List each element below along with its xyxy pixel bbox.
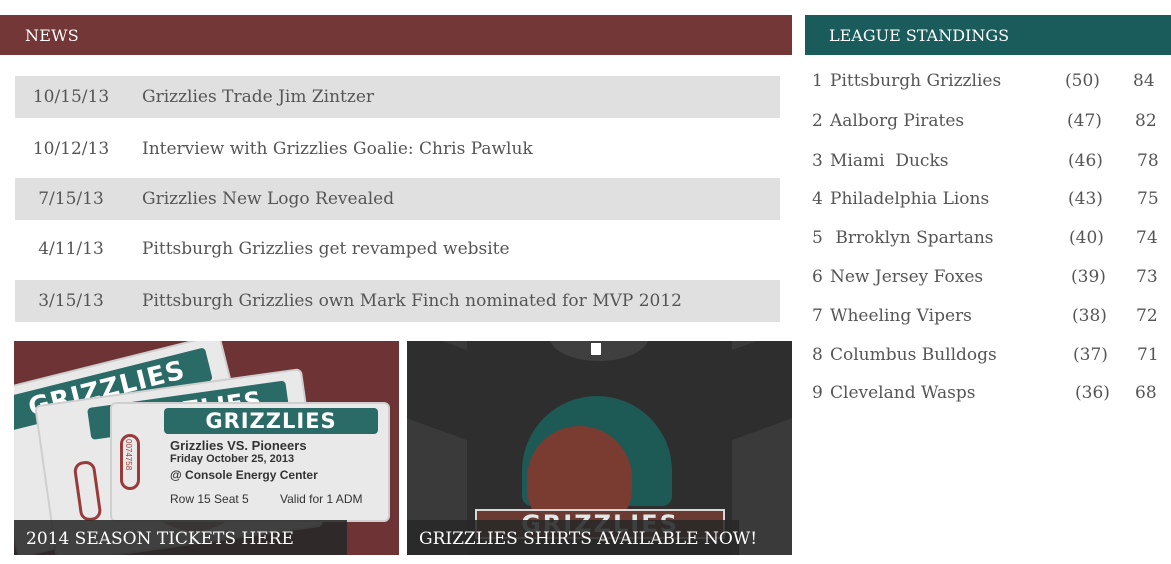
ticket-seat: Row 15 Seat 5	[170, 492, 249, 506]
news-item[interactable]: 4/11/13 Pittsburgh Grizzlies get revampe…	[15, 228, 780, 270]
standings-row: 2 Aalborg Pirates (47) 82	[805, 111, 1171, 141]
news-item[interactable]: 7/15/13 Grizzlies New Logo Revealed	[15, 178, 780, 220]
standing-record: (50)	[1065, 71, 1100, 91]
standing-rank: 2	[812, 111, 823, 131]
standing-record: (46)	[1068, 151, 1103, 171]
standing-team: Cleveland Wasps	[830, 383, 976, 403]
standing-team: Miami Ducks	[830, 151, 949, 171]
standing-record: (43)	[1068, 189, 1103, 209]
news-date: 4/11/13	[38, 239, 104, 259]
standing-points: 71	[1137, 345, 1159, 365]
news-item[interactable]: 3/15/13 Pittsburgh Grizzlies own Mark Fi…	[15, 280, 780, 322]
ticket-game-date: Friday October 25, 2013	[170, 453, 295, 465]
standing-team: Pittsburgh Grizzlies	[830, 71, 1002, 91]
standing-team: New Jersey Foxes	[830, 267, 984, 287]
standings-row: 7 Wheeling Vipers (38) 72	[805, 306, 1171, 336]
standing-rank: 5	[812, 228, 823, 248]
season-tickets-link[interactable]: 2014 SEASON TICKETS HERE	[26, 529, 294, 549]
standing-record: (39)	[1071, 267, 1106, 287]
standing-rank: 8	[812, 345, 823, 365]
standings-heading: LEAGUE STANDINGS	[829, 26, 1010, 45]
tshirt-sleeve-left	[407, 341, 497, 452]
standing-team: Columbus Bulldogs	[830, 345, 997, 365]
ticket-serial: 0074758	[124, 439, 133, 471]
news-title-link[interactable]: Pittsburgh Grizzlies get revamped websit…	[142, 239, 510, 259]
ticket-graphic-front: GRIZZLIES 0074758 Grizzlies VS. Pioneers…	[110, 402, 390, 522]
standing-rank: 6	[812, 267, 823, 287]
shirts-link[interactable]: GRIZZLIES SHIRTS AVAILABLE NOW!	[419, 529, 757, 549]
news-item[interactable]: 10/12/13 Interview with Grizzlies Goalie…	[15, 128, 780, 170]
standing-record: (47)	[1067, 111, 1102, 131]
news-item[interactable]: 10/15/13 Grizzlies Trade Jim Zintzer	[15, 76, 780, 118]
standings-row: 6 New Jersey Foxes (39) 73	[805, 267, 1171, 297]
standing-team: Philadelphia Lions	[830, 189, 990, 209]
tshirt-tag	[591, 343, 601, 355]
standing-points: 75	[1137, 189, 1159, 209]
standing-team: Aalborg Pirates	[830, 111, 965, 131]
news-header: NEWS	[0, 15, 792, 55]
standing-record: (38)	[1072, 306, 1107, 326]
standing-rank: 4	[812, 189, 823, 209]
standing-points: 68	[1135, 383, 1157, 403]
standing-rank: 7	[812, 306, 823, 326]
news-date: 10/12/13	[32, 139, 110, 159]
standing-rank: 3	[812, 151, 823, 171]
news-date: 7/15/13	[38, 189, 104, 209]
standing-points: 84	[1133, 71, 1155, 91]
standing-points: 78	[1137, 151, 1159, 171]
standing-rank: 1	[812, 71, 823, 91]
season-tickets-promo[interactable]: GRIZZLIES GRIZZLIES GRIZZLIES 0074758 Gr…	[14, 341, 399, 555]
news-title-link[interactable]: Pittsburgh Grizzlies own Mark Finch nomi…	[142, 291, 682, 311]
standing-points: 82	[1135, 111, 1157, 131]
news-title-link[interactable]: Grizzlies New Logo Revealed	[142, 189, 394, 209]
news-date: 10/15/13	[32, 87, 110, 107]
shirts-promo[interactable]: GRIZZLIES GRIZZLIES SHIRTS AVAILABLE NOW…	[407, 341, 792, 555]
news-heading: NEWS	[25, 26, 79, 45]
standings-header: LEAGUE STANDINGS	[805, 15, 1171, 55]
ticket-admission: Valid for 1 ADM	[280, 492, 363, 506]
news-title-link[interactable]: Interview with Grizzlies Goalie: Chris P…	[142, 139, 533, 159]
standing-points: 74	[1136, 228, 1158, 248]
standing-record: (37)	[1073, 345, 1108, 365]
standings-row: 3 Miami Ducks (46) 78	[805, 151, 1171, 181]
standings-row: 1 Pittsburgh Grizzlies (50) 84	[805, 71, 1171, 101]
ticket-stub	[72, 459, 103, 523]
standing-team: Brroklyn Spartans	[830, 228, 994, 248]
standing-record: (40)	[1069, 228, 1104, 248]
ticket-matchup: Grizzlies VS. Pioneers	[170, 438, 307, 453]
standing-team: Wheeling Vipers	[830, 306, 972, 326]
shirts-caption[interactable]: GRIZZLIES SHIRTS AVAILABLE NOW!	[407, 520, 757, 555]
news-date: 3/15/13	[38, 291, 104, 311]
tshirt-sleeve-right	[702, 341, 792, 452]
ticket-venue: @ Console Energy Center	[170, 468, 318, 482]
standings-row: 9 Cleveland Wasps (36) 68	[805, 383, 1171, 413]
ticket-brand: GRIZZLIES	[164, 408, 378, 434]
standings-row: 5 Brroklyn Spartans (40) 74	[805, 228, 1171, 258]
standing-points: 73	[1136, 267, 1158, 287]
standings-row: 4 Philadelphia Lions (43) 75	[805, 189, 1171, 219]
standing-rank: 9	[812, 383, 823, 403]
news-title-link[interactable]: Grizzlies Trade Jim Zintzer	[142, 87, 374, 107]
ticket-stub: 0074758	[120, 434, 140, 490]
standing-record: (36)	[1075, 383, 1110, 403]
standing-points: 72	[1136, 306, 1158, 326]
season-tickets-caption[interactable]: 2014 SEASON TICKETS HERE	[14, 520, 347, 555]
standings-row: 8 Columbus Bulldogs (37) 71	[805, 345, 1171, 375]
